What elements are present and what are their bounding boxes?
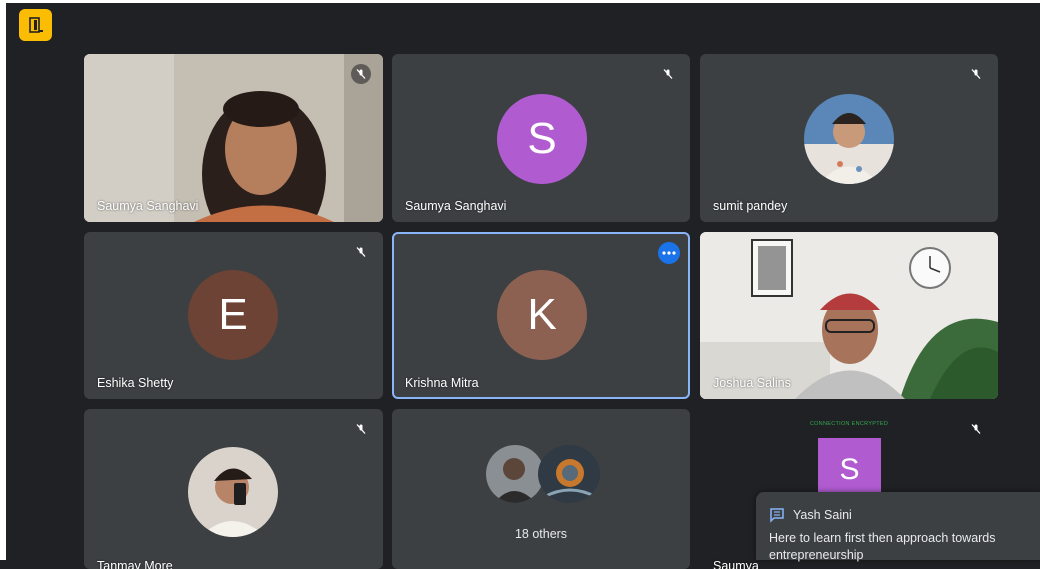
chat-toast[interactable]: Yash Saini Here to learn first then appr…	[756, 492, 1040, 562]
top-edge	[0, 0, 1040, 3]
muted-mic-icon	[966, 419, 986, 439]
participant-tile-others[interactable]: 18 others	[392, 409, 690, 569]
participant-video-feed	[84, 54, 383, 222]
others-count: 18 others	[514, 527, 568, 541]
avatar	[188, 447, 278, 537]
chat-message: Here to learn first then approach toward…	[769, 531, 996, 562]
participant-name: Saumya Sanghavi	[405, 199, 507, 213]
participant-name: Tanmay More	[97, 559, 173, 569]
participant-name: Saumya	[713, 559, 759, 569]
avatar	[486, 445, 544, 503]
participant-name: Joshua Salins	[713, 376, 791, 390]
avatar: K	[497, 270, 587, 360]
door-exit-icon	[28, 17, 43, 33]
muted-mic-icon	[966, 64, 986, 84]
connection-encrypted-label: CONNECTION ENCRYPTED	[809, 421, 889, 427]
avatar	[804, 94, 894, 184]
avatar-letter: S	[839, 452, 860, 486]
participant-video-feed	[700, 232, 998, 399]
avatar-letter: E	[218, 290, 248, 339]
avatar-letter: K	[527, 290, 557, 339]
muted-mic-icon	[351, 419, 371, 439]
participant-tile-joshua-video[interactable]: Joshua Salins	[700, 232, 998, 399]
participant-name: Krishna Mitra	[405, 376, 479, 390]
participant-name: sumit pandey	[713, 199, 788, 213]
muted-mic-icon	[351, 242, 371, 262]
more-options-icon[interactable]	[658, 242, 680, 264]
muted-mic-icon	[351, 64, 371, 84]
avatar-letter: S	[527, 114, 557, 163]
participant-tile-sumit[interactable]: sumit pandey	[700, 54, 998, 222]
participant-name: Eshika Shetty	[97, 376, 174, 390]
left-edge	[0, 0, 6, 560]
participant-tile-saumya-video[interactable]: Saumya Sanghavi	[84, 54, 383, 222]
exit-button[interactable]	[19, 9, 52, 41]
participant-tile-tanmay[interactable]: Tanmay More	[84, 409, 383, 569]
avatar: S	[497, 94, 587, 184]
muted-mic-icon	[658, 64, 678, 84]
participant-tile-krishna[interactable]: K Krishna Mitra	[392, 232, 690, 399]
participant-name: Saumya Sanghavi	[97, 199, 199, 213]
avatar: E	[188, 270, 278, 360]
meet-window: Saumya Sanghavi S Saumya Sanghavi sumit …	[0, 0, 1040, 569]
participant-tile-eshika[interactable]: E Eshika Shetty	[84, 232, 383, 399]
chat-icon	[770, 508, 784, 523]
chat-sender: Yash Saini	[793, 508, 852, 522]
avatar	[538, 445, 600, 503]
participant-tile-saumya-letter[interactable]: S Saumya Sanghavi	[392, 54, 690, 222]
